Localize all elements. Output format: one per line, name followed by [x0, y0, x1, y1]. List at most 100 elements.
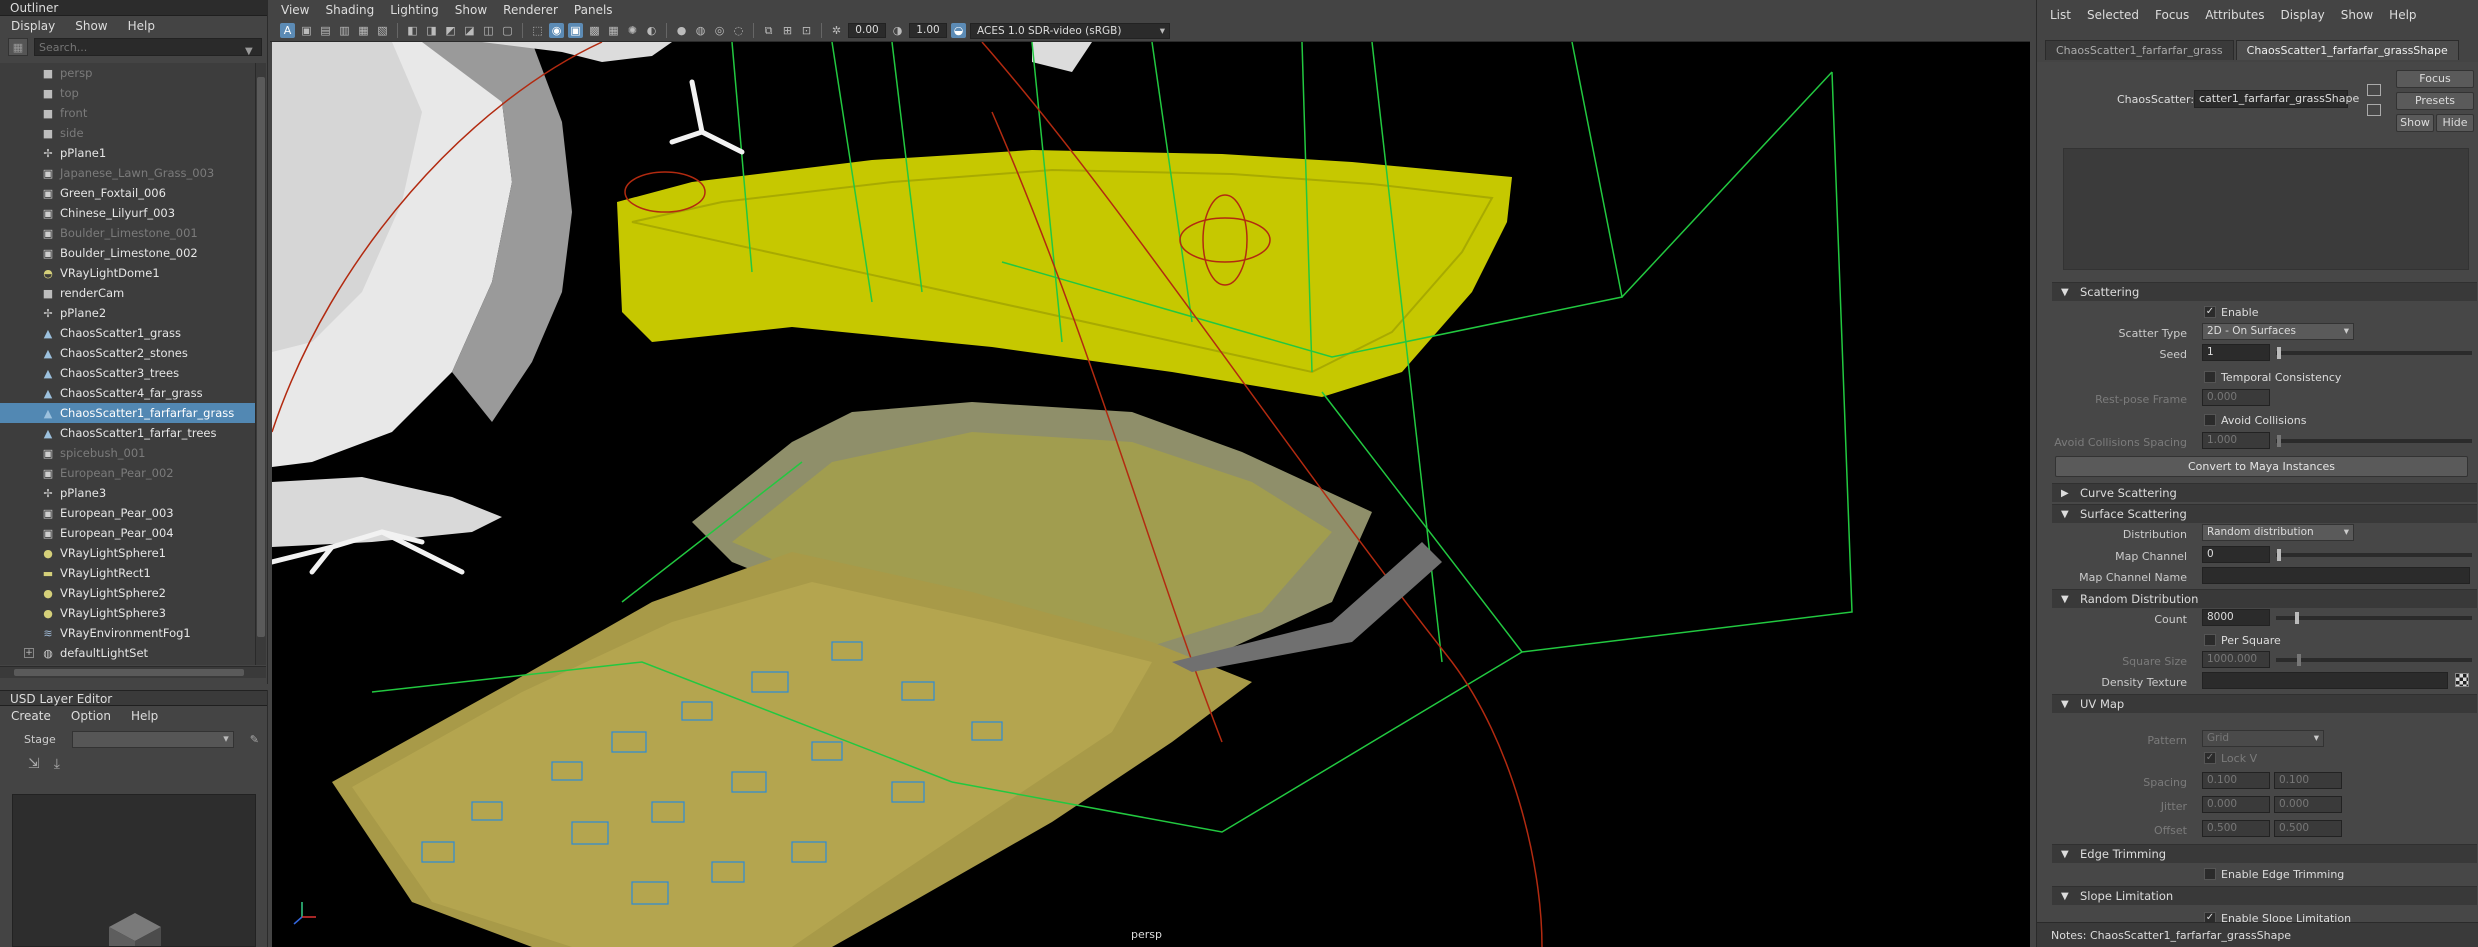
section-curve-scattering[interactable]: ▶ Curve Scattering [2052, 483, 2477, 502]
isolate-select-icon[interactable]: ⧉ [761, 23, 776, 38]
gamma-field[interactable]: 1.00 [909, 23, 947, 38]
convert-to-maya-instances-button[interactable]: Convert to Maya Instances [2055, 456, 2468, 477]
search-dropdown-icon[interactable]: ▼ [245, 46, 253, 57]
distribution-select[interactable]: Random distribution [2202, 524, 2354, 541]
filter-icon[interactable]: ▦ [8, 38, 28, 56]
wireframe-on-shaded-icon[interactable]: ▣ [568, 23, 583, 38]
scroll-thumb[interactable] [257, 77, 265, 637]
outliner-item[interactable]: ▲ ChaosScatter3_trees [0, 363, 255, 383]
outliner-item[interactable]: ▬ VRayLightRect1 [0, 563, 255, 583]
motion-blur-icon[interactable]: ◍ [693, 23, 708, 38]
outliner-item[interactable]: ▣ Boulder_Limestone_001 [0, 223, 255, 243]
spacing-v-field[interactable]: 0.100 [2274, 772, 2342, 789]
seed-field[interactable]: 1 [2202, 344, 2270, 361]
ambient-occlusion-icon[interactable]: ● [674, 23, 689, 38]
slope-limitation-checkbox[interactable]: ✓ [2204, 912, 2216, 922]
outliner-item[interactable]: ▲ ChaosScatter2_stones [0, 343, 255, 363]
outliner-item[interactable]: ▲ ChaosScatter4_far_grass [0, 383, 255, 403]
outliner-item[interactable]: ✢ pPlane3 [0, 483, 255, 503]
smooth-shade-icon[interactable]: ◉ [549, 23, 564, 38]
depth-of-field-icon[interactable]: ◌ [731, 23, 746, 38]
outliner-item[interactable]: ▣ Chinese_Lilyurf_003 [0, 203, 255, 223]
map-channel-name-field[interactable] [2202, 567, 2470, 584]
select-camera-icon[interactable]: A [280, 23, 295, 38]
avoid-collisions-checkbox[interactable] [2204, 414, 2216, 426]
outliner-item[interactable]: ▲ ChaosScatter1_farfar_trees [0, 423, 255, 443]
viewport-menu-panels[interactable]: Panels [574, 3, 613, 17]
seed-slider-knob[interactable] [2277, 347, 2281, 359]
outliner-menu-display[interactable]: Display [11, 19, 55, 33]
safe-title-icon[interactable]: ▢ [500, 23, 515, 38]
color-management-icon[interactable]: ◒ [951, 23, 966, 38]
avoid-spacing-slider[interactable] [2276, 439, 2472, 443]
square-size-field[interactable]: 1000.000 [2202, 651, 2270, 668]
outliner-item[interactable]: ▣ Green_Foxtail_006 [0, 183, 255, 203]
per-square-checkbox[interactable] [2204, 634, 2216, 646]
enable-checkbox[interactable]: ✓ [2204, 306, 2216, 318]
use-all-lights-icon[interactable]: ✺ [625, 23, 640, 38]
xray-joints-icon[interactable]: ⊞ [780, 23, 795, 38]
show-button[interactable]: Show [2396, 114, 2434, 132]
outliner-vertical-scrollbar[interactable] [255, 63, 266, 665]
outliner-item[interactable]: ▲ ChaosScatter1_farfarfar_grass [0, 403, 255, 423]
section-edge-trimming[interactable]: ▼ Edge Trimming [2052, 844, 2477, 863]
section-surface-scattering[interactable]: ▼ Surface Scattering [2052, 504, 2477, 523]
tab-transform[interactable]: ChaosScatter1_farfarfar_grass [2045, 40, 2234, 60]
outliner-item[interactable]: ▣ European_Pear_002 [0, 463, 255, 483]
outliner-menu-show[interactable]: Show [75, 19, 107, 33]
jitter-u-field[interactable]: 0.000 [2202, 796, 2270, 813]
shadows-icon[interactable]: ◐ [644, 23, 659, 38]
outliner-item[interactable]: + ◍ defaultLightSet [0, 643, 255, 663]
outliner-item[interactable]: ▣ European_Pear_004 [0, 523, 255, 543]
expand-icon[interactable]: + [24, 648, 34, 658]
count-slider-knob[interactable] [2295, 612, 2299, 624]
usd-menu-option[interactable]: Option [71, 709, 111, 723]
outliner-item[interactable]: ▲ ChaosScatter1_grass [0, 323, 255, 343]
resolution-gate-icon[interactable]: ◨ [424, 23, 439, 38]
pin-icon[interactable]: ✎ [250, 733, 259, 746]
outliner-item[interactable]: ▣ Japanese_Lawn_Grass_003 [0, 163, 255, 183]
bookmark-icon[interactable]: ▤ [318, 23, 333, 38]
outliner-item[interactable]: ■ side [0, 123, 255, 143]
outliner-item[interactable]: ▣ spicebush_001 [0, 443, 255, 463]
image-plane-icon[interactable]: ▦ [356, 23, 371, 38]
outliner-item[interactable]: ▣ European_Pear_003 [0, 503, 255, 523]
outliner-item[interactable]: ◓ VRayLightDome1 [0, 263, 255, 283]
map-channel-knob[interactable] [2277, 549, 2281, 561]
scroll-thumb[interactable] [14, 669, 244, 676]
tab-shape[interactable]: ChaosScatter1_farfarfar_grassShape [2235, 40, 2459, 60]
focus-button[interactable]: Focus [2396, 70, 2474, 88]
presets-button[interactable]: Presets [2396, 92, 2474, 110]
film-gate-icon[interactable]: ◧ [405, 23, 420, 38]
field-chart-icon[interactable]: ◪ [462, 23, 477, 38]
outliner-menu-help[interactable]: Help [128, 19, 155, 33]
outliner-horizontal-scrollbar[interactable] [0, 666, 266, 678]
square-size-slider[interactable] [2276, 658, 2472, 662]
viewport-menu-show[interactable]: Show [455, 3, 487, 17]
viewport-menu-lighting[interactable]: Lighting [390, 3, 439, 17]
xray-icon[interactable]: ▩ [587, 23, 602, 38]
go-to-output-icon[interactable] [2367, 104, 2381, 116]
anti-aliasing-icon[interactable]: ◎ [712, 23, 727, 38]
viewport-menu-shading[interactable]: Shading [325, 3, 374, 17]
wireframe-icon[interactable]: ⬚ [530, 23, 545, 38]
temporal-checkbox[interactable] [2204, 371, 2216, 383]
gamma-icon[interactable]: ◑ [890, 23, 905, 38]
scatter-type-select[interactable]: 2D - On Surfaces [2202, 323, 2354, 340]
outliner-item[interactable]: ▣ Boulder_Limestone_002 [0, 243, 255, 263]
outliner-item[interactable]: ≋ VRayEnvironmentFog1 [0, 623, 255, 643]
section-random-distribution[interactable]: ▼ Random Distribution [2052, 589, 2477, 608]
attr-menu-list[interactable]: List [2050, 8, 2071, 22]
offset-u-field[interactable]: 0.500 [2202, 820, 2270, 837]
outliner-item[interactable]: ■ renderCam [0, 283, 255, 303]
outliner-item[interactable]: ✢ pPlane2 [0, 303, 255, 323]
go-to-input-icon[interactable] [2367, 84, 2381, 96]
xray-active-icon[interactable]: ⊡ [799, 23, 814, 38]
load-layer-icon[interactable]: ⤓ [54, 756, 60, 772]
attr-menu-selected[interactable]: Selected [2087, 8, 2139, 22]
square-size-knob[interactable] [2297, 654, 2301, 666]
outliner-item[interactable]: ■ front [0, 103, 255, 123]
add-layer-icon[interactable]: ⇲ [28, 756, 40, 772]
outliner-item[interactable]: ✢ pPlane1 [0, 143, 255, 163]
attr-menu-help[interactable]: Help [2389, 8, 2416, 22]
